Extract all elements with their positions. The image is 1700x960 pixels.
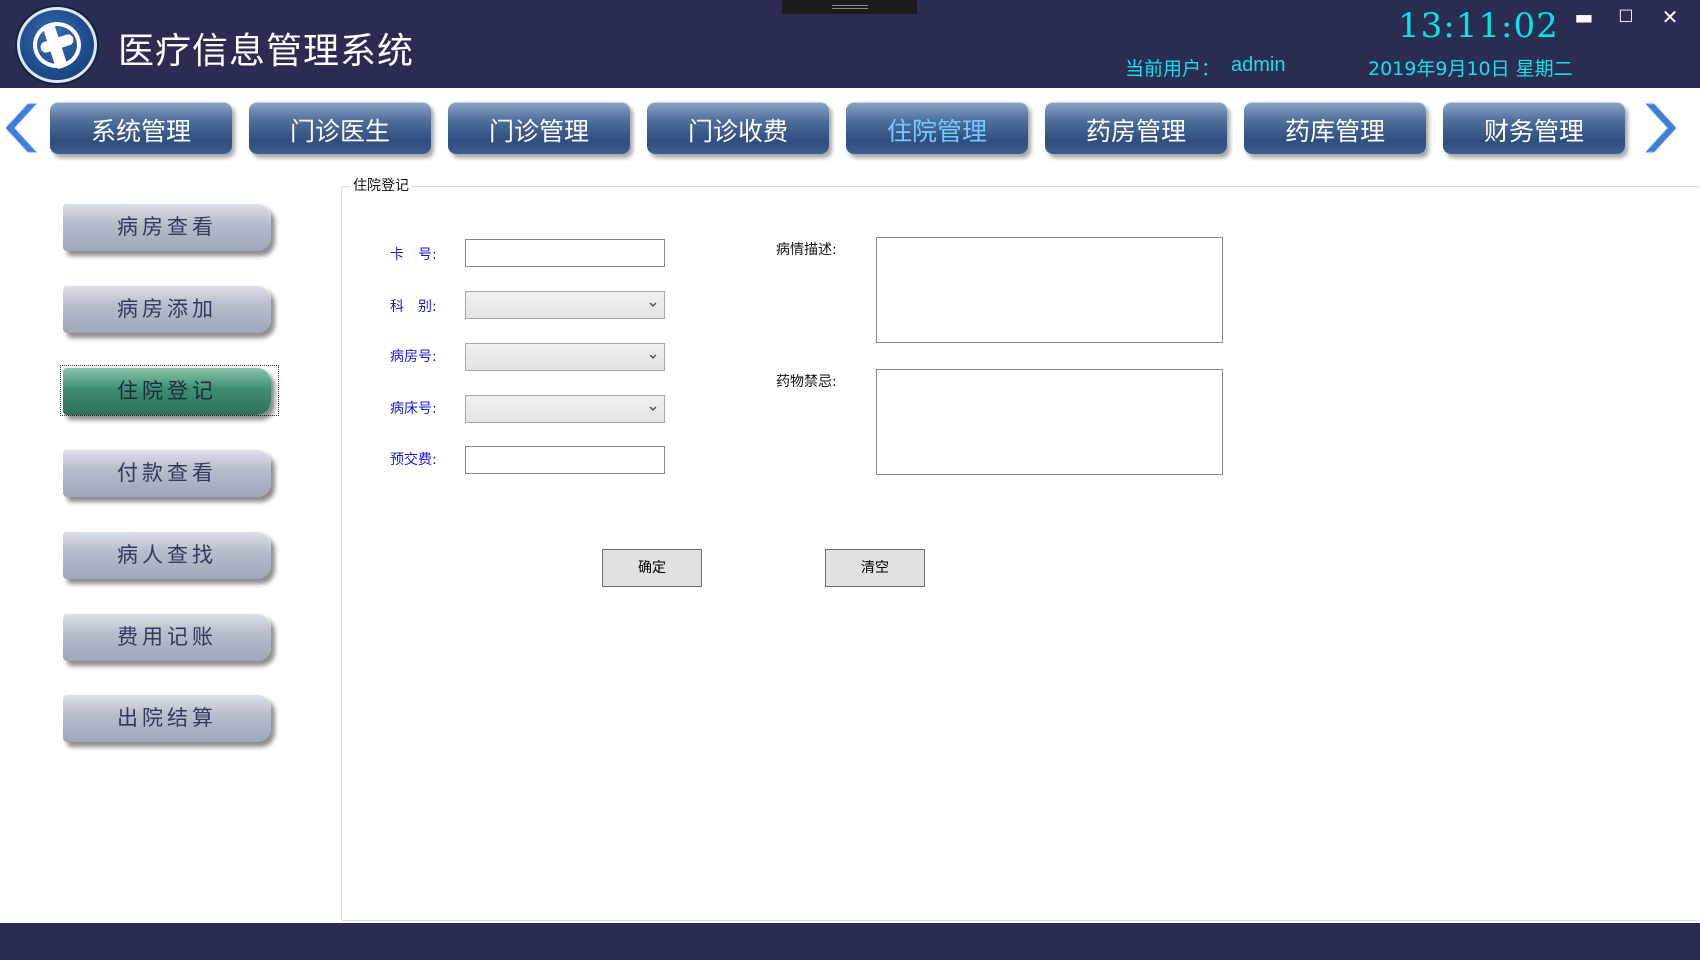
condition-description-label: 病情描述: [776, 242, 837, 258]
title-bar: 医疗信息管理系统 13:11:02 ▬ ☐ ✕ 当前用户： admin 2019… [0, 0, 1700, 88]
chevron-right-icon[interactable] [1638, 100, 1678, 156]
card-number-input[interactable] [465, 239, 665, 267]
department-label: 科 别: [390, 299, 437, 315]
confirm-button[interactable]: 确定 [602, 549, 702, 587]
chevron-down-icon [649, 406, 657, 411]
drug-contraindication-textarea[interactable] [876, 369, 1223, 475]
chevron-down-icon [649, 354, 657, 359]
tab-system-management[interactable]: 系统管理 [50, 102, 232, 154]
app-window: 医疗信息管理系统 13:11:02 ▬ ☐ ✕ 当前用户： admin 2019… [0, 0, 1700, 960]
tab-outpatient-doctor[interactable]: 门诊医生 [249, 102, 431, 154]
sidebar-item-discharge-settlement[interactable]: 出院结算 [63, 694, 271, 742]
window-drag-handle[interactable] [782, 0, 917, 14]
tab-inpatient-management[interactable]: 住院管理 [846, 102, 1028, 154]
medical-logo-icon [17, 7, 97, 83]
clear-button[interactable]: 清空 [825, 549, 925, 587]
tab-outpatient-billing[interactable]: 门诊收费 [647, 102, 829, 154]
module-nav: 系统管理 门诊医生 门诊管理 门诊收费 住院管理 药房管理 药库管理 财务管理 [0, 88, 1700, 168]
drug-contraindication-label: 药物禁忌: [776, 374, 837, 390]
ward-number-label: 病房号: [390, 349, 437, 365]
ward-number-select[interactable] [465, 343, 665, 371]
sidebar-item-ward-add[interactable]: 病房添加 [63, 285, 271, 333]
tab-pharmacy-management[interactable]: 药房管理 [1045, 102, 1227, 154]
prepayment-input[interactable] [465, 446, 665, 474]
maximize-button[interactable]: ☐ [1610, 4, 1642, 30]
status-bar [0, 923, 1700, 960]
current-date: 2019年9月10日 星期二 [1368, 58, 1573, 80]
tab-finance-management[interactable]: 财务管理 [1443, 102, 1625, 154]
close-button[interactable]: ✕ [1654, 4, 1686, 30]
group-title: 住院登记 [350, 175, 412, 195]
current-user-name: admin [1231, 54, 1286, 76]
sidebar-item-ward-view[interactable]: 病房查看 [63, 203, 271, 251]
minimize-button[interactable]: ▬ [1568, 4, 1600, 30]
sidebar-item-patient-search[interactable]: 病人查找 [63, 531, 271, 579]
clock: 13:11:02 [1398, 6, 1559, 46]
tab-drug-store-management[interactable]: 药库管理 [1244, 102, 1426, 154]
department-select[interactable] [465, 291, 665, 319]
app-title: 医疗信息管理系统 [118, 31, 415, 72]
condition-description-textarea[interactable] [876, 237, 1223, 343]
prepayment-label: 预交费: [390, 452, 437, 468]
bed-number-select[interactable] [465, 395, 665, 423]
chevron-left-icon[interactable] [4, 100, 44, 156]
card-number-label: 卡 号: [390, 247, 437, 263]
sidebar-item-payment-view[interactable]: 付款查看 [63, 449, 271, 497]
sidebar-item-expense-record[interactable]: 费用记账 [63, 613, 271, 661]
current-user-label: 当前用户： [1125, 58, 1221, 80]
chevron-down-icon [649, 302, 657, 307]
bed-number-label: 病床号: [390, 401, 437, 417]
tab-outpatient-management[interactable]: 门诊管理 [448, 102, 630, 154]
sidebar-item-admission-registration[interactable]: 住院登记 [63, 367, 271, 415]
